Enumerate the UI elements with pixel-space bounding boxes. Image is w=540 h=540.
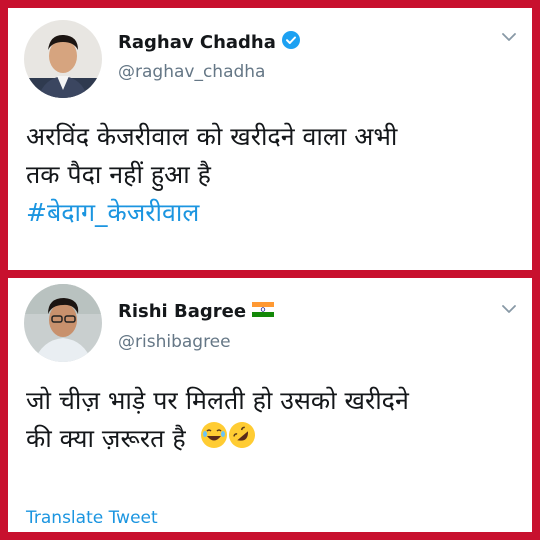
display-name[interactable]: Rishi Bagree [118, 301, 275, 322]
rolling-laughing-emoji-icon [228, 421, 256, 460]
hashtag-link[interactable]: #बेदाग_केजरीवाल [26, 194, 514, 232]
user-handle[interactable]: @raghav_chadha [118, 62, 265, 82]
india-flag-icon [252, 301, 275, 322]
avatar[interactable] [24, 284, 102, 362]
tweet-line: तक पैदा नहीं हुआ है [26, 160, 211, 189]
verified-badge-icon [281, 31, 300, 54]
tweet-text: जो चीज़ भाड़े पर मिलती हो उसको खरीदने की… [26, 382, 514, 460]
translate-tweet-link[interactable]: Translate Tweet [26, 508, 158, 528]
display-name-text[interactable]: Raghav Chadha [118, 32, 276, 53]
display-name[interactable]: Raghav Chadha [118, 31, 300, 54]
avatar[interactable] [24, 20, 102, 98]
tweet-line-text: की क्या ज़रूरत है [26, 424, 186, 453]
tweet-text: अरविंद केजरीवाल को खरीदने वाला अभी तक पै… [26, 118, 514, 232]
tweet-line: जो चीज़ भाड़े पर मिलती हो उसको खरीदने [26, 386, 409, 415]
chevron-down-icon[interactable] [500, 28, 518, 46]
display-name-text[interactable]: Rishi Bagree [118, 301, 246, 322]
tweet-line: अरविंद केजरीवाल को खरीदने वाला अभी [26, 122, 398, 151]
tweet-card-raghav: Raghav Chadha @raghav_chadha अरविंद केजर… [8, 8, 532, 270]
tweet-line: की क्या ज़रूरत है [26, 420, 514, 460]
chevron-down-icon[interactable] [500, 300, 518, 318]
emoji-group [200, 421, 256, 460]
tweet-card-rishi: Rishi Bagree @rishibagree जो चीज़ भाड़े … [8, 278, 532, 532]
user-handle[interactable]: @rishibagree [118, 332, 231, 352]
laughing-emoji-icon [200, 421, 228, 460]
